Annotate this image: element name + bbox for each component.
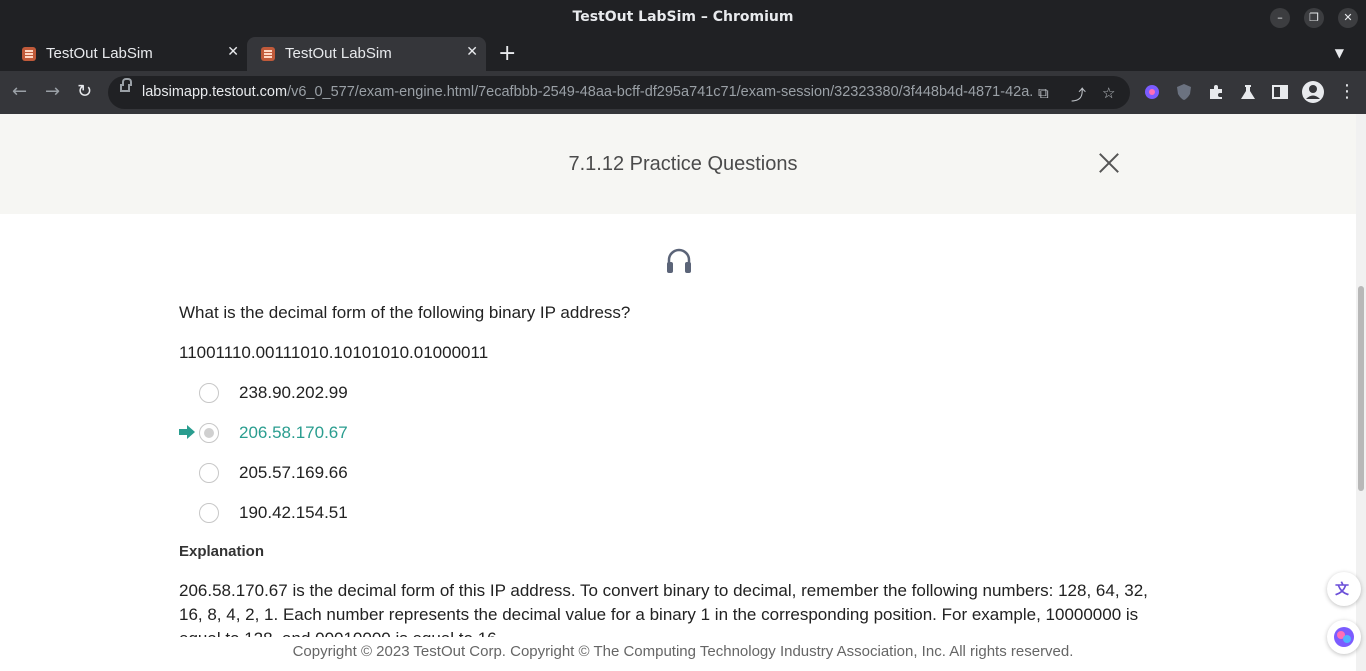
page-header: 7.1.12 Practice Questions xyxy=(0,114,1366,214)
address-bar[interactable]: labsimapp.testout.com/v6_0_577/exam-engi… xyxy=(108,76,1130,109)
option-label[interactable]: 238.90.202.99 xyxy=(239,383,348,403)
reload-icon[interactable]: ↻ xyxy=(77,81,92,102)
correct-arrow-icon xyxy=(179,425,195,439)
option-label[interactable]: 206.58.170.67 xyxy=(239,423,348,443)
ai-assistant-button[interactable] xyxy=(1327,620,1361,654)
tab-testout-1[interactable]: TestOut LabSim ✕ xyxy=(8,37,247,71)
option-label[interactable]: 190.42.154.51 xyxy=(239,503,348,523)
side-panel-icon[interactable] xyxy=(1271,83,1289,101)
lock-icon xyxy=(120,78,132,92)
url-host: labsimapp.testout.com xyxy=(142,84,288,100)
window-titlebar: TestOut LabSim – Chromium – ❐ ✕ xyxy=(0,0,1366,37)
close-window-icon[interactable]: ✕ xyxy=(1338,8,1358,28)
back-arrow-icon[interactable]: ← xyxy=(12,81,27,102)
binary-address: 11001110.00111010.10101010.01000011 xyxy=(179,343,489,362)
copyright-text: Copyright © 2023 TestOut Corp. Copyright… xyxy=(292,643,1074,660)
minimize-icon[interactable]: – xyxy=(1270,8,1290,28)
tab-close-icon[interactable]: ✕ xyxy=(466,44,478,60)
radio-button[interactable] xyxy=(199,383,219,403)
explanation-heading: Explanation xyxy=(179,543,265,560)
tab-label: TestOut LabSim xyxy=(46,45,153,62)
testout-favicon-icon xyxy=(261,47,275,61)
explanation-text: 206.58.170.67 is the decimal form of thi… xyxy=(179,581,1148,637)
browser-toolbar: ← → ↻ labsimapp.testout.com/v6_0_577/exa… xyxy=(0,71,1366,114)
svg-text:文: 文 xyxy=(1335,581,1350,598)
tab-testout-2[interactable]: TestOut LabSim ✕ xyxy=(247,37,486,71)
browser-menu-icon[interactable]: ⋮ xyxy=(1338,81,1356,102)
url-text[interactable]: labsimapp.testout.com/v6_0_577/exam-engi… xyxy=(142,84,1032,100)
window-title: TestOut LabSim – Chromium xyxy=(572,9,794,25)
answer-option[interactable]: 238.90.202.99 xyxy=(179,381,579,405)
translate-widget-icon: 文 xyxy=(1335,581,1350,598)
forward-arrow-icon[interactable]: → xyxy=(45,81,60,102)
translate-widget-button[interactable]: 文 xyxy=(1327,572,1361,606)
url-path: /v6_0_577/exam-engine.html/7ecafbbb-2549… xyxy=(287,84,1032,100)
page-title: 7.1.12 Practice Questions xyxy=(568,153,798,175)
close-icon[interactable] xyxy=(1098,152,1120,174)
tab-close-icon[interactable]: ✕ xyxy=(227,44,239,60)
answer-option-correct[interactable]: 206.58.170.67 xyxy=(179,421,579,445)
answer-option[interactable]: 205.57.169.66 xyxy=(179,461,579,485)
tab-strip: TestOut LabSim ✕ TestOut LabSim ✕ + ▼ xyxy=(0,37,1366,71)
tab-label: TestOut LabSim xyxy=(285,45,392,62)
labs-flask-icon[interactable] xyxy=(1239,83,1257,101)
share-icon[interactable]: ⤴ xyxy=(1071,84,1086,105)
restore-icon[interactable]: ❐ xyxy=(1304,8,1324,28)
brain-icon xyxy=(1334,627,1354,647)
radio-button-selected[interactable] xyxy=(199,423,219,443)
option-label[interactable]: 205.57.169.66 xyxy=(239,463,348,483)
question-text: What is the decimal form of the followin… xyxy=(179,303,631,322)
extension-brain-icon[interactable] xyxy=(1143,83,1161,101)
scrollbar-thumb[interactable] xyxy=(1358,286,1364,491)
profile-avatar-icon[interactable] xyxy=(1302,81,1324,103)
footer: Copyright © 2023 TestOut Corp. Copyright… xyxy=(0,637,1366,671)
radio-button[interactable] xyxy=(199,463,219,483)
exam-page: 7.1.12 Practice Questions What is the de… xyxy=(0,114,1366,671)
tab-search-chevron-icon[interactable]: ▼ xyxy=(1335,46,1344,60)
testout-favicon-icon xyxy=(22,47,36,61)
extensions-puzzle-icon[interactable] xyxy=(1207,83,1225,101)
bookmark-star-icon[interactable]: ☆ xyxy=(1102,84,1115,102)
headphones-icon[interactable] xyxy=(665,247,693,275)
new-tab-icon[interactable]: + xyxy=(498,41,516,66)
extension-shield-icon[interactable] xyxy=(1175,83,1193,101)
answer-option[interactable]: 190.42.154.51 xyxy=(179,501,579,525)
translate-icon[interactable]: ⧉ xyxy=(1038,84,1049,102)
radio-button[interactable] xyxy=(199,503,219,523)
